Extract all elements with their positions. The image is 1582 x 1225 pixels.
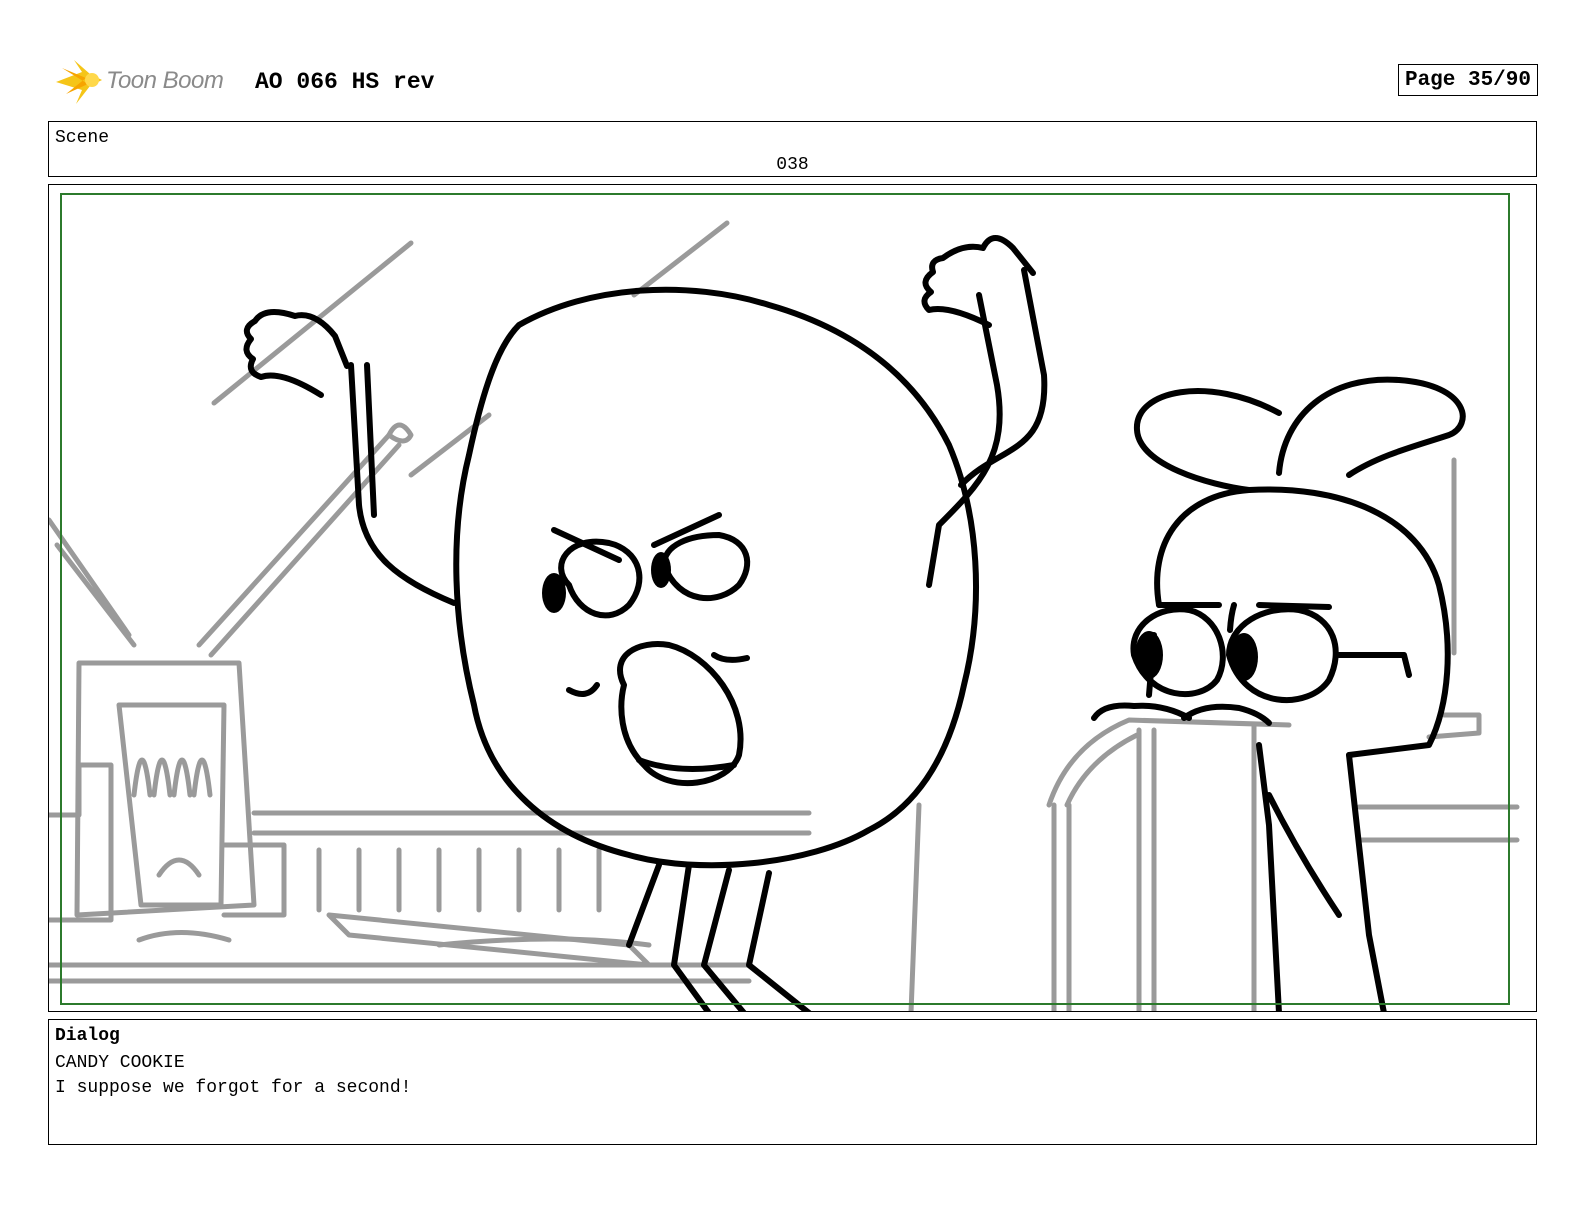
scene-field: Scene 038 (48, 121, 1537, 177)
document-title: AO 066 HS rev (255, 69, 435, 95)
toon-boom-logo: Toon Boom (52, 56, 242, 108)
scene-number: 038 (776, 155, 809, 175)
dialog-character: CANDY COOKIE (55, 1053, 185, 1073)
storyboard-panel (48, 184, 1537, 1012)
scene-label: Scene (55, 128, 110, 148)
starburst-icon (56, 60, 102, 104)
storyboard-header: Toon Boom AO 066 HS rev Page 35/90 (50, 56, 1538, 108)
dialog-field: Dialog CANDY COOKIE I suppose we forgot … (48, 1019, 1537, 1145)
character-drawing (243, 235, 1466, 1011)
logo-text: Toon Boom (106, 67, 224, 94)
background-sketch (49, 220, 1520, 1011)
dialog-label: Dialog (55, 1026, 120, 1046)
panel-drawing (49, 220, 1520, 1011)
dialog-line: I suppose we forgot for a second! (55, 1078, 412, 1098)
page-number: Page 35/90 (1397, 64, 1538, 96)
